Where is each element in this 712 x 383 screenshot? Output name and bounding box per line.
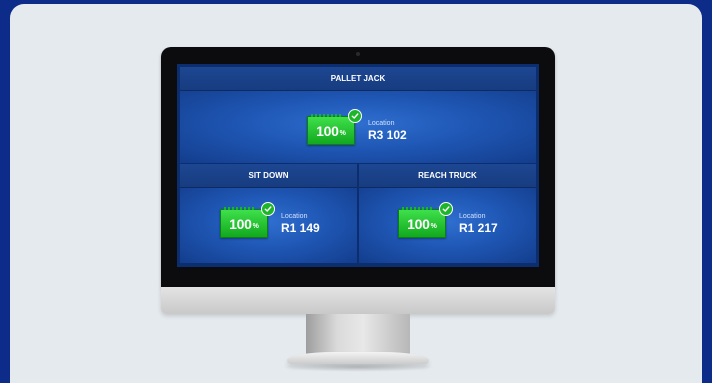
location-info: Location R1 217 [459, 213, 498, 235]
check-icon [348, 109, 362, 123]
location-value: R1 217 [459, 220, 498, 235]
battery-percent-unit: % [339, 129, 346, 137]
battery-status: 100 % Location R3 102 [307, 109, 407, 145]
monitor-chin [161, 287, 555, 314]
panel-title: PALLET JACK [180, 67, 536, 91]
location-value: R3 102 [368, 127, 407, 142]
battery-terminals [224, 207, 254, 210]
panel-title: REACH TRUCK [359, 164, 536, 188]
monitor-stand-foot [287, 352, 429, 364]
battery-status: 100 % Location R1 217 [398, 202, 498, 238]
location-info: Location R3 102 [368, 120, 407, 142]
panel-sit-down[interactable]: SIT DOWN 100 % Location R1 149 [180, 164, 357, 263]
battery-percent: 100 [407, 215, 430, 232]
panel-pallet-jack[interactable]: PALLET JACK 100 % Location R3 102 [180, 67, 536, 163]
battery-percent-unit: % [252, 222, 259, 230]
location-label: Location [459, 212, 486, 220]
battery-icon: 100 % [398, 202, 453, 238]
location-label: Location [368, 119, 395, 127]
monitor-screen: PALLET JACK 100 % Location R3 102 SIT DO [177, 64, 539, 267]
check-icon [439, 202, 453, 216]
battery-terminals [311, 114, 341, 117]
location-value: R1 149 [281, 220, 320, 235]
battery-percent-unit: % [430, 222, 437, 230]
panel-body: 100 % Location R3 102 [180, 91, 536, 163]
panel-body: 100 % Location R1 217 [359, 188, 536, 263]
panel-title: SIT DOWN [180, 164, 357, 188]
location-info: Location R1 149 [281, 213, 320, 235]
battery-terminals [402, 207, 432, 210]
location-label: Location [281, 212, 308, 220]
battery-icon: 100 % [307, 109, 362, 145]
battery-icon: 100 % [220, 202, 275, 238]
monitor-stand-neck [306, 314, 410, 356]
panel-reach-truck[interactable]: REACH TRUCK 100 % Location R1 217 [359, 164, 536, 263]
battery-percent: 100 [229, 215, 252, 232]
battery-percent: 100 [316, 122, 339, 139]
camera-dot [356, 52, 360, 56]
panel-body: 100 % Location R1 149 [180, 188, 357, 263]
check-icon [261, 202, 275, 216]
battery-status: 100 % Location R1 149 [220, 202, 320, 238]
